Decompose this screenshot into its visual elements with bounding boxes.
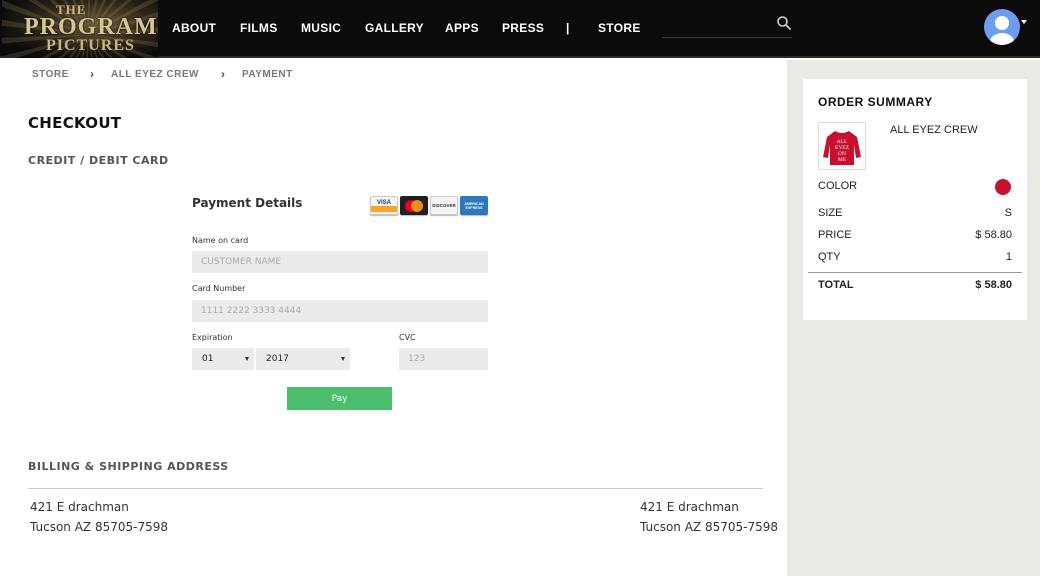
visa-label: VISA [376,199,391,206]
order-summary-title: ORDER SUMMARY [818,95,933,109]
order-summary-panel: ORDER SUMMARY ALL EYEZ ON ME ALL EYEZ CR… [803,79,1027,320]
divider [28,488,763,489]
size-value: S [1004,207,1012,219]
breadcrumb-store[interactable]: STORE [32,69,69,80]
chevron-down-icon [245,357,249,361]
chevron-right-icon: › [90,67,94,81]
payment-details-heading: Payment Details [192,196,303,210]
breadcrumb-product[interactable]: ALL EYEZ CREW [111,69,199,80]
color-label: COLOR [818,180,858,192]
breadcrumb-payment: PAYMENT [242,69,293,80]
chevron-right-icon: › [221,67,225,81]
product-name: ALL EYEZ CREW [890,124,978,136]
billing-address: 421 E drachman Tucson AZ 85705-7598 [30,497,168,537]
visa-icon: VISA [370,196,398,215]
cvc-input[interactable] [399,348,488,370]
expiration-label: Expiration [192,333,233,342]
mastercard-icon [400,196,428,215]
shipping-address-line2: Tucson AZ 85705-7598 [640,520,779,534]
mastercard-circles [405,199,423,212]
billing-address-line1: 421 E drachman [30,500,129,514]
nav-music[interactable]: MUSIC [301,21,341,35]
nav-press[interactable]: PRESS [502,21,544,35]
page-title: CHECKOUT [28,114,122,132]
card-section-title: CREDIT / DEBIT CARD [28,154,169,167]
amex-icon: AMERICAN EXPRESS [460,196,488,215]
price-label: PRICE [818,229,852,241]
nav-store[interactable]: STORE [598,21,641,35]
billing-address-line2: Tucson AZ 85705-7598 [30,520,169,534]
pay-button[interactable]: Pay [287,387,392,410]
amex-label: AMERICAN EXPRESS [464,201,484,210]
sweatshirt-image: ALL EYEZ ON ME [823,131,861,165]
discover-icon: DISCOVER [430,196,458,215]
card-number-input[interactable] [192,300,488,322]
nav-apps[interactable]: APPS [445,21,479,35]
top-navigation-bar: THE PROGRAM PICTURES ABOUT FILMS MUSIC G… [0,0,1040,58]
chevron-down-icon[interactable] [1021,20,1027,24]
print-line-4: ME [838,157,847,163]
shipping-address: 421 E drachman Tucson AZ 85705-7598 [640,497,778,537]
total-label: TOTAL [818,279,854,291]
nav-about[interactable]: ABOUT [172,21,216,35]
program-pictures-logo[interactable]: THE PROGRAM PICTURES [2,0,158,58]
search-input[interactable] [662,12,770,36]
exp-month-value: 01 [202,354,214,364]
search-icon[interactable] [776,15,792,31]
size-label: SIZE [818,207,843,219]
discover-label: DISCOVER [432,203,456,208]
shipping-address-line1: 421 E drachman [640,500,739,514]
exp-year-value: 2017 [266,354,289,364]
user-silhouette-icon [990,16,1014,45]
price-value: $ 58.80 [975,229,1012,241]
divider [808,272,1022,273]
qty-value: 1 [1005,251,1012,263]
chevron-down-icon [341,357,345,361]
nav-gallery[interactable]: GALLERY [365,21,424,35]
card-number-label: Card Number [192,284,246,293]
user-avatar-icon[interactable] [984,9,1020,45]
product-thumbnail[interactable]: ALL EYEZ ON ME [818,122,866,170]
visa-stripe [371,206,397,212]
nav-films[interactable]: FILMS [240,21,278,35]
qty-label: QTY [818,251,841,263]
name-on-card-label: Name on card [192,236,249,245]
name-on-card-input[interactable] [192,251,488,273]
exp-year-select[interactable]: 2017 [256,348,350,370]
total-value: $ 58.80 [975,279,1012,291]
nav-separator: | [566,21,570,35]
search-box [662,12,792,38]
exp-month-select[interactable]: 01 [192,348,254,370]
billing-section-title: BILLING & SHIPPING ADDRESS [28,460,229,473]
logo-text-line3: PICTURES [46,37,135,54]
color-swatch [995,179,1011,195]
cvc-label: CVC [399,333,416,342]
